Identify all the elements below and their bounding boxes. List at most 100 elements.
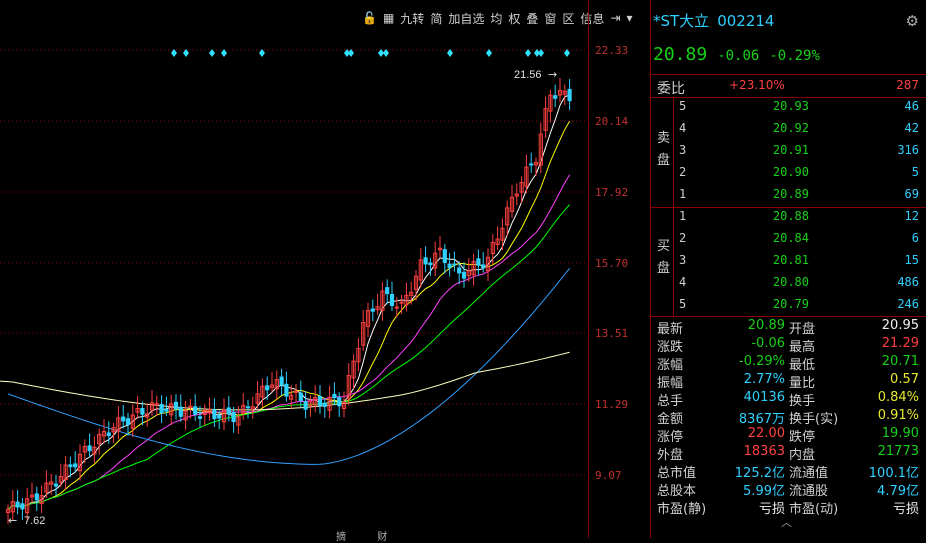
candle-body [53, 483, 59, 487]
buy-price: 20.80 [772, 275, 809, 289]
stat-label: 换手 [789, 394, 816, 409]
lock-icon[interactable]: 🔓 [362, 11, 377, 25]
stat-row: 外盘 18363 内盘 21773 [657, 444, 919, 463]
stat-label: 内盘 [789, 448, 816, 463]
sell-level: 3 [679, 143, 687, 157]
toolbar-window[interactable]: 窗 [544, 10, 556, 27]
last-price: 20.89 [653, 44, 708, 65]
candle-body [212, 409, 217, 420]
candle-body [452, 263, 457, 266]
candle-body [279, 376, 284, 386]
stat-label: 总股本 [657, 484, 697, 499]
sell-volume: 316 [897, 143, 919, 157]
candle-body [125, 418, 131, 425]
candle-body [423, 257, 428, 265]
candle-body [337, 397, 342, 407]
weibi-row: 委比 +23.10% 287 [657, 78, 919, 97]
sell-level: 2 [679, 165, 687, 179]
toolbar-adjust[interactable]: 权 [508, 10, 520, 27]
stat-row: 市盈(静) 亏损 市盈(动) 亏损 [657, 498, 919, 517]
stat-label: 外盘 [657, 448, 684, 463]
sell-price: 20.91 [772, 143, 809, 157]
candle-body [159, 403, 164, 414]
toolbar-jian[interactable]: 简 [430, 10, 442, 27]
stat-label: 市盈(静) [657, 502, 707, 517]
candle-body [389, 293, 395, 307]
sell-row: 5 20.93 46 [679, 99, 919, 121]
toolbar-jiuzhuan[interactable]: 九转 [400, 10, 424, 27]
sell-row: 2 20.90 5 [679, 165, 919, 187]
gear-icon[interactable]: ⚙ [906, 12, 919, 30]
toolbar-range[interactable]: 区 [562, 10, 574, 27]
price-row: 20.89 -0.06 -0.29% [653, 44, 820, 65]
stat-value: 0.57 [890, 372, 919, 387]
moving-average-line [7, 94, 570, 510]
weibi-pct: +23.10% [729, 78, 785, 92]
sell-level: 4 [679, 121, 687, 135]
toolbar-add-watchlist[interactable]: 加自选 [448, 10, 484, 27]
price-change-pct: -0.29% [769, 48, 820, 64]
buy-volume: 12 [904, 209, 919, 223]
price-axis: 22.33 20.14 17.92 15.70 13.51 11.29 9.07 [588, 0, 649, 538]
candle-body [73, 463, 78, 468]
candle-body [447, 263, 452, 269]
toolbar-overlay[interactable]: 叠 [526, 10, 538, 27]
candle-body [34, 493, 39, 501]
stat-row: 涨幅 -0.29% 最低 20.71 [657, 354, 919, 373]
candle-body [197, 416, 203, 419]
axis-label: 9.07 [595, 469, 622, 482]
candle-body [322, 402, 327, 407]
candle-body [87, 445, 92, 452]
buy-side-label: 买盘 [657, 239, 671, 276]
buy-level: 5 [679, 297, 687, 311]
sell-side-label: 卖盘 [657, 131, 671, 168]
stat-label: 总手 [657, 394, 684, 409]
axis-label: 17.92 [595, 186, 629, 199]
candle-body [394, 306, 399, 309]
candle-body [68, 464, 73, 468]
stat-row: 涨停 22.00 跌停 19.90 [657, 426, 919, 445]
candle-body [370, 308, 375, 312]
stock-name: *ST大立 [653, 12, 710, 30]
buy-volume: 6 [911, 231, 919, 245]
sell-price: 20.92 [772, 121, 809, 135]
divider [651, 97, 926, 98]
stat-value: 100.1亿 [868, 466, 919, 481]
candle-body [553, 95, 558, 99]
high-price-label: 21.56 [514, 69, 542, 81]
candlestick-chart[interactable]: 21.56 → ← 7.62 [0, 0, 588, 538]
stat-label: 涨幅 [657, 358, 684, 373]
candle-body [15, 501, 20, 508]
candle-body [385, 287, 390, 295]
candle-body [217, 415, 222, 419]
buy-row: 4 20.80 486 [679, 275, 919, 297]
sell-row: 1 20.89 69 [679, 187, 919, 209]
sell-volume: 69 [904, 187, 919, 201]
stat-label: 流通值 [789, 466, 829, 481]
sell-price: 20.93 [772, 99, 809, 113]
buy-row: 3 20.81 15 [679, 253, 919, 275]
stat-row: 总市值 125.2亿 流通值 100.1亿 [657, 462, 919, 481]
stat-value: 20.89 [747, 318, 785, 333]
stat-value: 22.00 [747, 426, 785, 441]
signal-diamond [486, 49, 492, 57]
toolbar-ma[interactable]: 均 [490, 10, 502, 27]
candle-body [245, 406, 251, 409]
stock-title[interactable]: *ST大立 002214 [653, 10, 774, 31]
buy-volume: 246 [897, 297, 919, 311]
stat-value: 0.84% [877, 390, 919, 405]
stat-value: 0.91% [877, 408, 919, 423]
buy-level: 4 [679, 275, 687, 289]
stat-row: 总股本 5.99亿 流通股 4.79亿 [657, 480, 919, 499]
stat-row: 金额 8367万 换手(实) 0.91% [657, 408, 919, 427]
stat-label: 市盈(动) [789, 502, 839, 517]
stat-label: 最低 [789, 358, 816, 373]
buy-volume: 486 [897, 275, 919, 289]
candle-body [481, 264, 486, 269]
moving-average-line [7, 267, 570, 465]
sell-row: 4 20.92 42 [679, 121, 919, 143]
stat-value: 21773 [877, 444, 919, 459]
sell-volume: 46 [904, 99, 919, 113]
draw-icon[interactable]: ▦ [383, 11, 394, 25]
stat-label: 金额 [657, 412, 684, 427]
